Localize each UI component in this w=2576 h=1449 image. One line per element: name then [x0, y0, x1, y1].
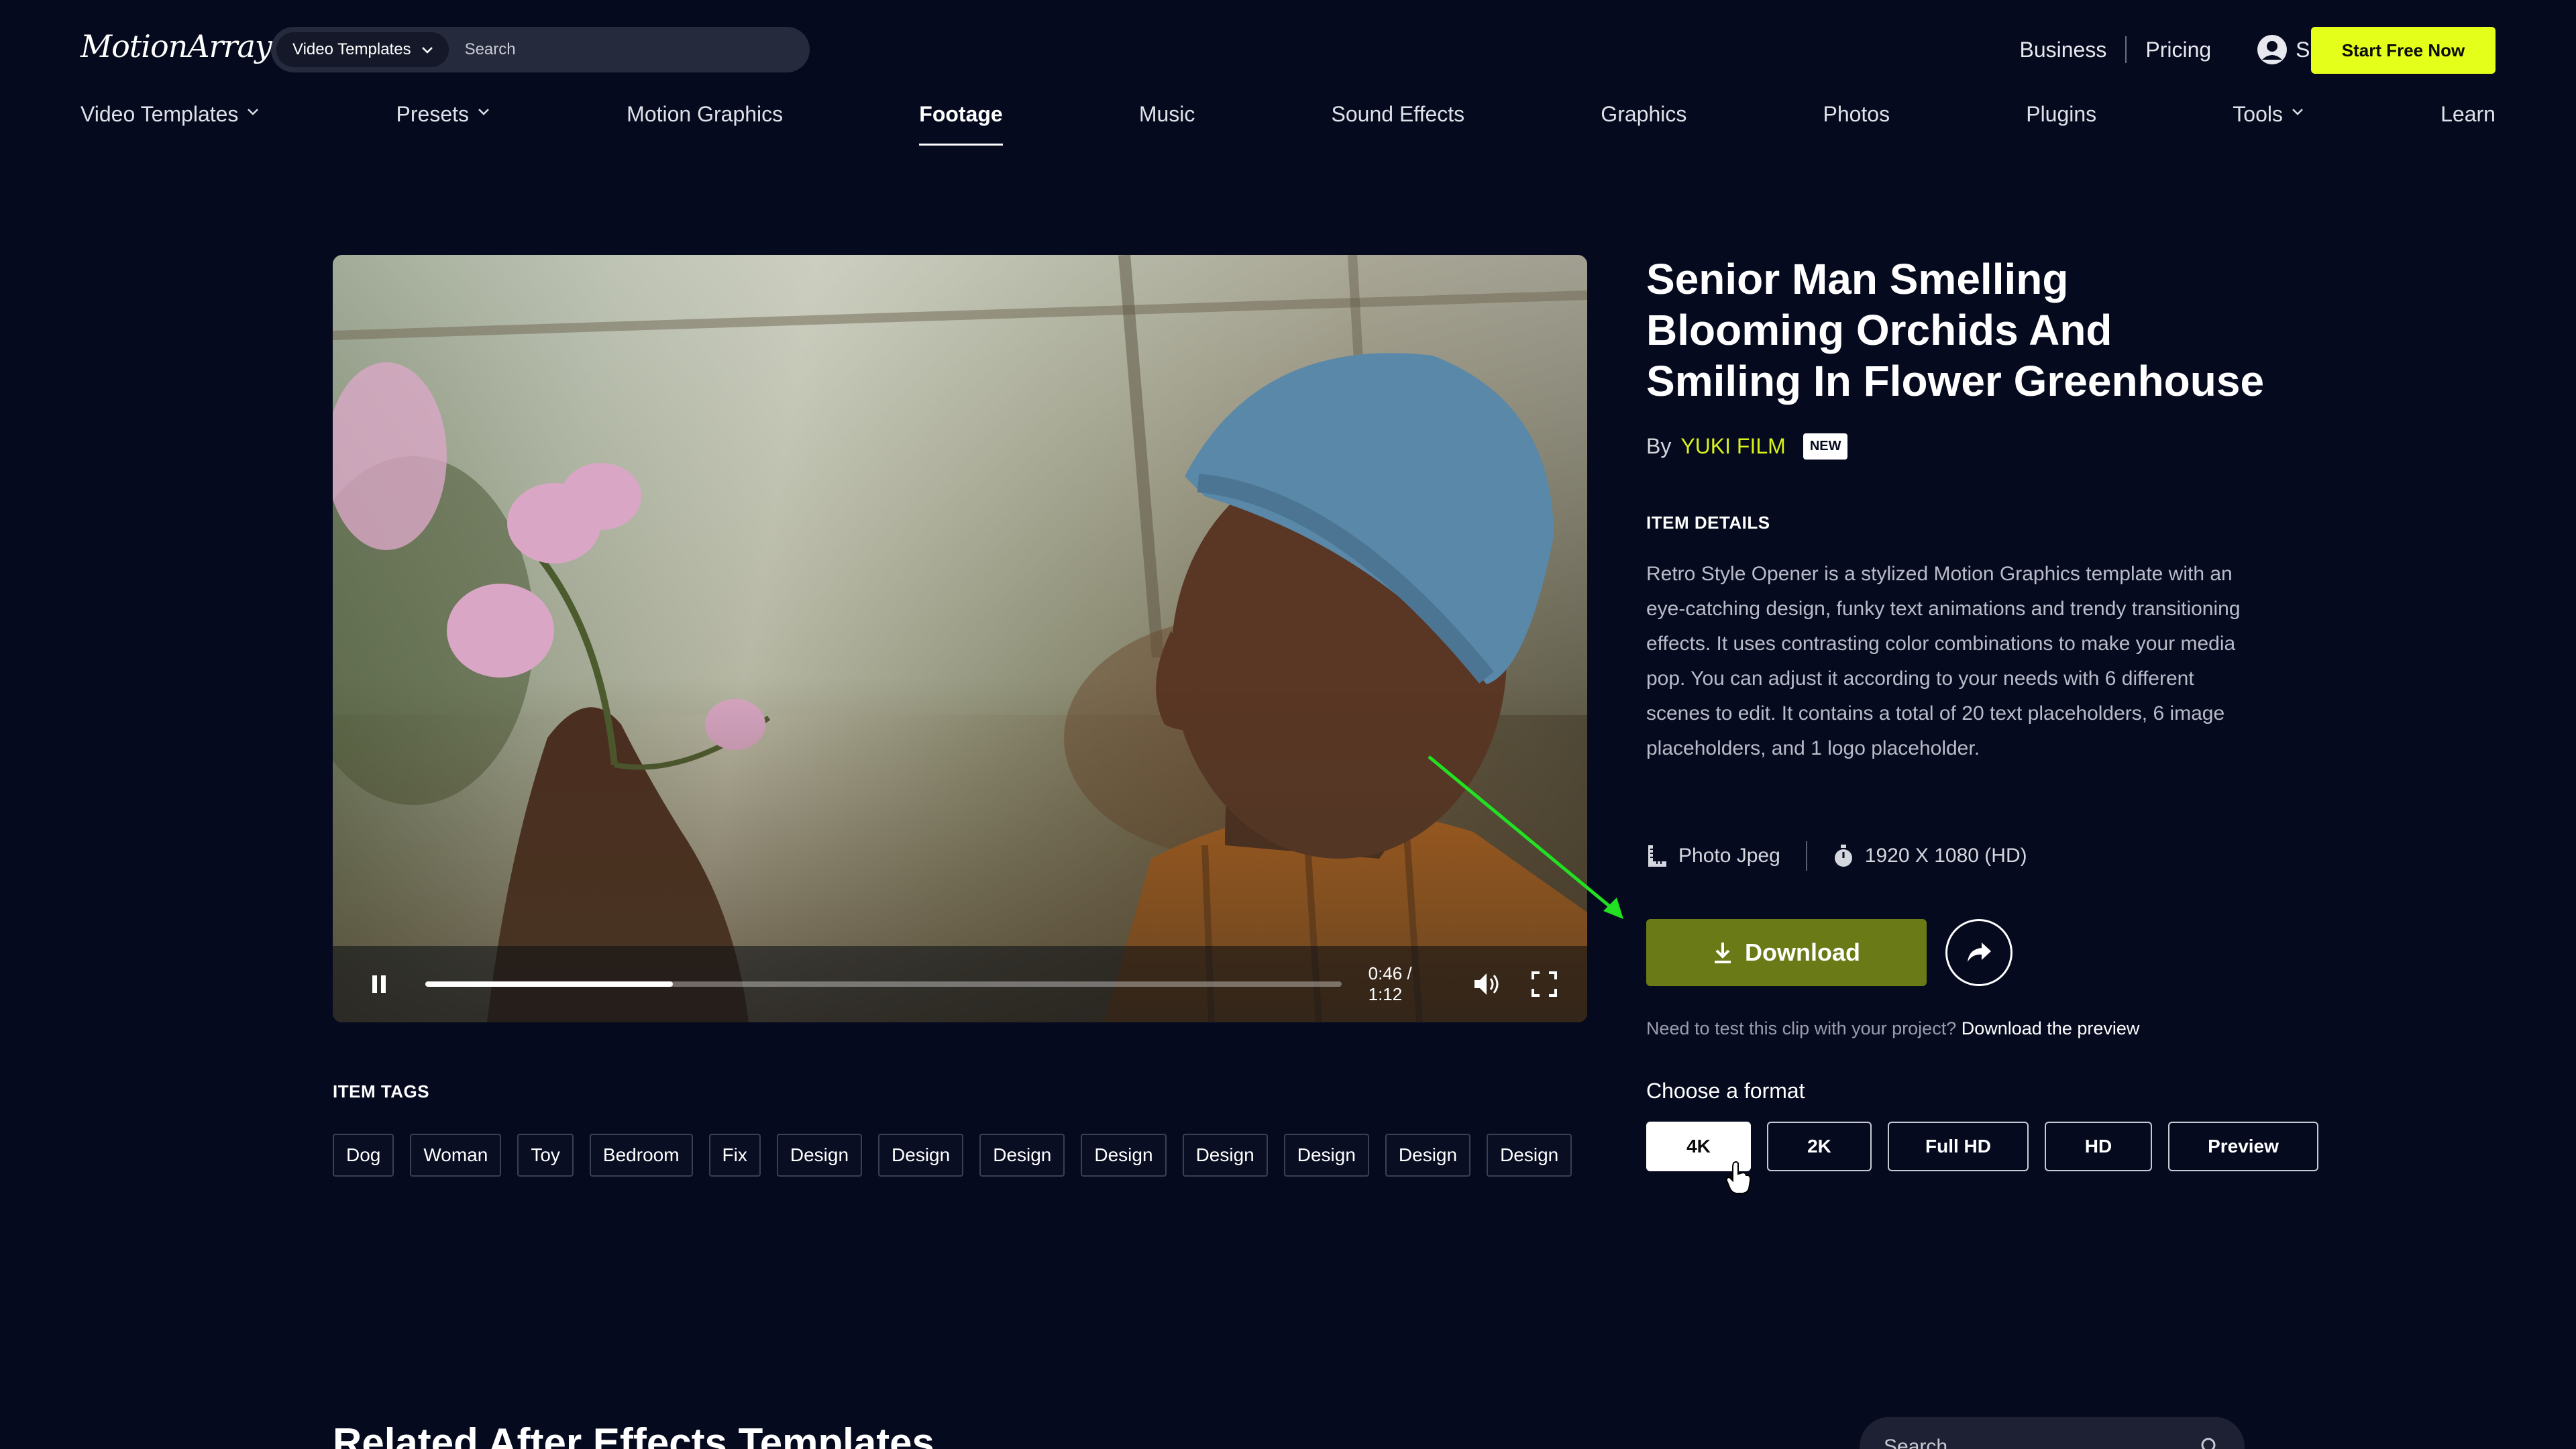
nav-photos[interactable]: Photos	[1823, 102, 1890, 149]
resolution-label: 1920 X 1080 (HD)	[1864, 845, 2027, 867]
nav-plugins[interactable]: Plugins	[2026, 102, 2096, 149]
nav-label: Sound Effects	[1331, 102, 1465, 126]
tag[interactable]: Toy	[517, 1134, 574, 1177]
chevron-down-icon	[248, 109, 259, 115]
search-icon	[2201, 1438, 2216, 1449]
tag[interactable]: Fix	[708, 1134, 761, 1177]
tag[interactable]: Design	[1283, 1134, 1369, 1177]
motionarray-logo[interactable]: MotionArray	[80, 28, 272, 64]
item-details-heading: ITEM DETAILS	[1646, 513, 1770, 533]
start-free-button[interactable]: Start Free Now	[2311, 27, 2496, 74]
nav-label: Photos	[1823, 102, 1890, 126]
header-links: Business Pricing Sign in	[2020, 27, 2361, 72]
nav-learn[interactable]: Learn	[2440, 102, 2496, 149]
fullscreen-button[interactable]	[1528, 967, 1560, 1001]
tag[interactable]: Design	[1385, 1134, 1471, 1177]
hand-cursor-icon	[1725, 1161, 1752, 1194]
format-heading: Choose a format	[1646, 1079, 1805, 1103]
format-2k-button[interactable]: 2K	[1767, 1122, 1872, 1171]
chevron-down-icon	[478, 109, 489, 115]
download-button[interactable]: Download	[1646, 919, 1927, 986]
nav-label: Video Templates	[80, 102, 239, 126]
nav-label: Presets	[396, 102, 470, 126]
tag[interactable]: Dog	[333, 1134, 394, 1177]
pricing-link[interactable]: Pricing	[2145, 38, 2211, 62]
tag[interactable]: Design	[878, 1134, 964, 1177]
user-avatar-icon	[2257, 35, 2288, 64]
nav-sound-effects[interactable]: Sound Effects	[1332, 102, 1465, 149]
annotation-arrow-icon	[1428, 755, 1623, 919]
search-input[interactable]	[464, 40, 787, 59]
video-player[interactable]: 0:46 / 1:12	[333, 255, 1587, 1022]
tag[interactable]: Design	[1182, 1134, 1268, 1177]
nav-presets[interactable]: Presets	[396, 102, 490, 149]
pause-button[interactable]	[360, 964, 398, 1004]
item-title: Senior Man Smelling Blooming Orchids And…	[1646, 255, 2265, 405]
tag[interactable]: Design	[1487, 1134, 1572, 1177]
share-arrow-icon	[1968, 943, 1991, 962]
author-link[interactable]: YUKI FILM	[1680, 434, 1785, 459]
video-time: 0:46 / 1:12	[1368, 963, 1412, 1004]
item-meta: Photo Jpeg 1920 X 1080 (HD)	[1646, 841, 2027, 871]
nav-motion-graphics[interactable]: Motion Graphics	[627, 102, 783, 149]
related-heading: Related After Effects Templates	[333, 1420, 934, 1449]
volume-icon	[1474, 973, 1499, 995]
tag[interactable]: Design	[776, 1134, 863, 1177]
nav-video-templates[interactable]: Video Templates	[80, 102, 260, 149]
related-search-placeholder: Search	[1884, 1436, 1948, 1449]
author-line: By YUKI FILM NEW	[1646, 433, 1848, 460]
share-button[interactable]	[1945, 919, 2012, 986]
video-progress-fill	[425, 981, 673, 987]
nav-label: Motion Graphics	[627, 102, 784, 126]
nav-label: Graphics	[1601, 102, 1687, 126]
video-controls: 0:46 / 1:12	[333, 946, 1587, 1022]
nav-tools[interactable]: Tools	[2233, 102, 2304, 149]
volume-button[interactable]	[1472, 967, 1504, 1001]
resolution-info: 1920 X 1080 (HD)	[1833, 844, 2027, 868]
download-preview-link[interactable]: Download the preview	[1962, 1018, 2140, 1038]
download-icon	[1715, 943, 1731, 963]
nav-music[interactable]: Music	[1139, 102, 1195, 149]
fullscreen-icon	[1531, 971, 1557, 997]
business-link[interactable]: Business	[2020, 38, 2107, 62]
preview-note-text: Need to test this clip with your project…	[1646, 1018, 1957, 1038]
search-category-dropdown[interactable]: Video Templates	[276, 32, 449, 67]
nav-label: Tools	[2233, 102, 2283, 126]
chevron-down-icon	[2292, 109, 2303, 115]
related-search[interactable]: Search	[1860, 1417, 2245, 1449]
search-category-label: Video Templates	[292, 40, 411, 58]
item-tags-heading: ITEM TAGS	[333, 1081, 430, 1102]
pause-icon	[372, 975, 386, 993]
search-bar: Video Templates	[271, 27, 810, 72]
tag[interactable]: Woman	[410, 1134, 502, 1177]
download-label: Download	[1745, 938, 1860, 966]
tag[interactable]: Design	[1081, 1134, 1167, 1177]
chevron-down-icon	[421, 47, 433, 54]
link-divider	[2125, 36, 2127, 63]
stopwatch-icon	[1834, 845, 1852, 867]
new-badge: NEW	[1803, 433, 1848, 460]
video-progress-bar[interactable]	[425, 981, 1342, 987]
nav-graphics[interactable]: Graphics	[1601, 102, 1686, 149]
codec-info: Photo Jpeg	[1646, 844, 1780, 868]
nav-label: Learn	[2440, 102, 2496, 126]
codec-label: Photo Jpeg	[1678, 845, 1780, 867]
ruler-icon	[1648, 845, 1666, 867]
preview-note: Need to test this clip with your project…	[1646, 1018, 2139, 1039]
tag[interactable]: Design	[979, 1134, 1065, 1177]
format-preview-button[interactable]: Preview	[2168, 1122, 2318, 1171]
nav-footage[interactable]: Footage	[919, 102, 1004, 149]
tag[interactable]: Bedroom	[589, 1134, 693, 1177]
format-full-hd-button[interactable]: Full HD	[1888, 1122, 2029, 1171]
nav-label: Plugins	[2026, 102, 2097, 126]
nav-label: Footage	[919, 102, 1003, 126]
by-label: By	[1646, 434, 1672, 458]
main-nav: Video Templates Presets Motion Graphics …	[80, 102, 2496, 149]
meta-divider	[1805, 841, 1807, 871]
item-description: Retro Style Opener is a stylized Motion …	[1646, 563, 2241, 759]
nav-label: Music	[1138, 102, 1195, 126]
format-hd-button[interactable]: HD	[2045, 1122, 2152, 1171]
tag-list: Dog Woman Toy Bedroom Fix Design Design …	[333, 1134, 1572, 1177]
